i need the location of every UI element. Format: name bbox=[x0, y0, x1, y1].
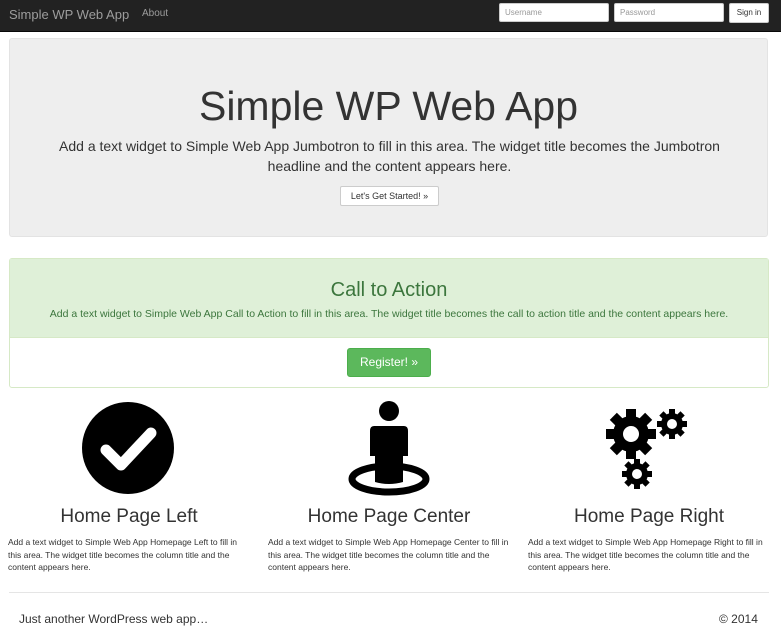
column-text: Add a text widget to Simple Web App Home… bbox=[268, 537, 509, 572]
column-title: Home Page Center bbox=[307, 506, 471, 527]
call-to-action-text: Add a text widget to Simple Web App Call… bbox=[49, 308, 729, 320]
gears-icon bbox=[528, 398, 770, 498]
call-to-action-title: Call to Action bbox=[330, 279, 448, 301]
nav-link-about[interactable]: About bbox=[142, 8, 168, 19]
call-to-action-heading: Call to Action Add a text widget to Simp… bbox=[10, 259, 768, 338]
brand-link[interactable]: Simple WP Web App bbox=[9, 7, 129, 22]
footer-copyright: © 2014 bbox=[719, 612, 758, 626]
sign-in-button[interactable]: Sign in bbox=[729, 3, 769, 23]
column-text: Add a text widget to Simple Web App Home… bbox=[528, 537, 763, 572]
column-text: Add a text widget to Simple Web App Home… bbox=[8, 537, 238, 572]
column-title: Home Page Right bbox=[574, 506, 724, 527]
person-location-icon bbox=[268, 398, 510, 498]
footer-tagline: Just another WordPress web app… bbox=[19, 612, 209, 626]
check-circle-icon bbox=[8, 398, 250, 498]
register-button[interactable]: Register! » bbox=[347, 348, 431, 377]
password-input[interactable] bbox=[614, 3, 724, 22]
navbar: Simple WP Web App About Sign in bbox=[0, 0, 781, 32]
jumbotron: Simple WP Web App Add a text widget to S… bbox=[9, 38, 768, 237]
footer-divider bbox=[9, 592, 769, 593]
get-started-button[interactable]: Let's Get Started! » bbox=[340, 186, 439, 206]
username-input[interactable] bbox=[499, 3, 609, 22]
jumbotron-title: Simple WP Web App bbox=[198, 83, 579, 129]
jumbotron-text: Add a text widget to Simple Web App Jumb… bbox=[59, 138, 720, 174]
call-to-action-panel: Call to Action Add a text widget to Simp… bbox=[9, 258, 769, 388]
column-title: Home Page Left bbox=[60, 506, 198, 527]
